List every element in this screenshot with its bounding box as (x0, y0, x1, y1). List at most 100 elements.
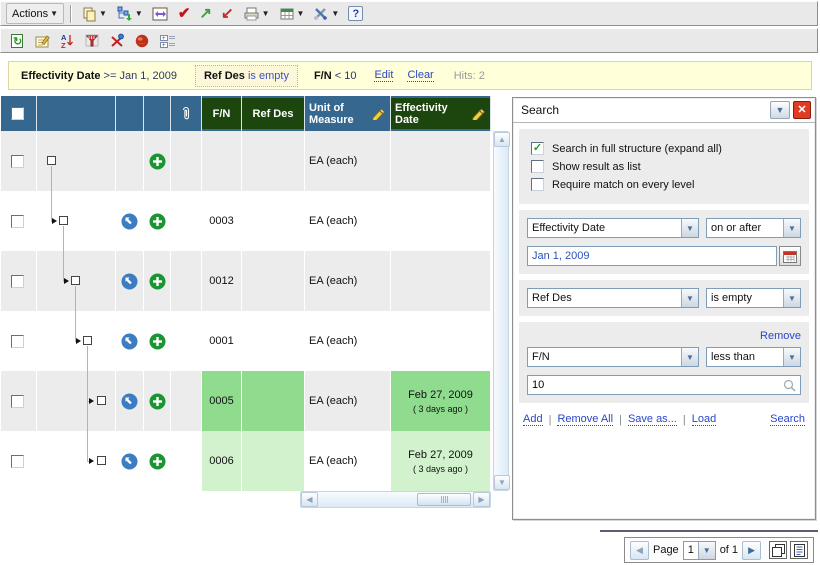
close-icon[interactable]: ✕ (793, 101, 811, 119)
demote-button[interactable]: ↙ (218, 3, 237, 24)
edit-notes-button[interactable] (31, 30, 54, 51)
filter-edit-link[interactable]: Edit (374, 69, 393, 82)
result-as-list-checkbox[interactable] (531, 160, 544, 173)
tree-node-toggle[interactable] (59, 216, 68, 225)
validate-button[interactable]: ✔ (175, 3, 194, 24)
add-occurrence-icon[interactable] (149, 153, 166, 170)
table-view-button[interactable]: ▼ (276, 3, 308, 24)
tree-node-toggle[interactable] (47, 156, 56, 165)
actions-menu-button[interactable]: Actions ▼ (6, 3, 64, 24)
demote-arrow-icon: ↙ (221, 7, 234, 20)
table-row[interactable]: 0006 EA (each) Feb 27, 2009( 3 days ago … (1, 431, 491, 491)
add-criterion-link[interactable]: Add (523, 413, 543, 426)
scrollbar-thumb[interactable] (417, 493, 471, 506)
add-occurrence-icon[interactable] (149, 333, 166, 350)
navigate-up-icon[interactable] (121, 333, 138, 350)
criterion-value-input[interactable] (527, 375, 801, 395)
fn-column-header[interactable]: F/N (202, 96, 242, 131)
row-checkbox[interactable] (11, 275, 24, 288)
table-row[interactable]: 0012 EA (each) (1, 251, 491, 311)
expand-arrow-icon[interactable] (52, 218, 57, 224)
tree-node-toggle[interactable] (97, 396, 106, 405)
row-checkbox[interactable] (11, 215, 24, 228)
horizontal-scrollbar[interactable]: ◀ ▶ (300, 491, 491, 508)
row-checkbox[interactable] (11, 155, 24, 168)
expand-all-button[interactable]: ++ (156, 30, 180, 51)
criterion-operator-select[interactable]: on or after ▼ (706, 218, 801, 238)
search-panel-title: Search (521, 103, 770, 117)
single-page-view-icon (793, 544, 806, 557)
expand-arrow-icon[interactable] (64, 278, 69, 284)
uom-column-header[interactable]: Unit of Measure (305, 96, 391, 131)
tree-node-toggle[interactable] (97, 456, 106, 465)
save-as-link[interactable]: Save as... (628, 413, 677, 426)
navigate-up-icon[interactable] (121, 453, 138, 470)
expand-arrow-icon[interactable] (76, 338, 81, 344)
table-row[interactable]: 0001 EA (each) (1, 311, 491, 371)
navigate-up-icon[interactable] (121, 213, 138, 230)
copy-button[interactable]: ▼ (78, 3, 110, 24)
match-every-level-checkbox[interactable] (531, 178, 544, 191)
tree-connector (63, 251, 64, 281)
table-row[interactable]: EA (each) (1, 131, 491, 191)
print-button[interactable]: ▼ (240, 3, 273, 24)
next-page-icon[interactable]: ▶ (742, 541, 761, 560)
tree-node-toggle[interactable] (71, 276, 80, 285)
tree-node-toggle[interactable] (83, 336, 92, 345)
swap-views-button[interactable] (149, 3, 172, 24)
calendar-picker-button[interactable] (779, 246, 801, 266)
tools-button[interactable]: ▼ (310, 3, 342, 24)
single-page-view-button[interactable] (790, 541, 808, 559)
refresh-button[interactable]: ↻ (6, 30, 28, 51)
full-structure-checkbox[interactable] (531, 142, 544, 155)
criterion-operator-select[interactable]: less than ▼ (706, 347, 801, 367)
sort-button[interactable]: AZ (57, 30, 78, 51)
add-occurrence-icon[interactable] (149, 213, 166, 230)
criterion-operator-select[interactable]: is empty ▼ (706, 288, 801, 308)
criterion-field-select[interactable]: Ref Des ▼ (527, 288, 699, 308)
expand-arrow-icon[interactable] (89, 398, 94, 404)
date-value-input[interactable] (527, 246, 777, 266)
multi-page-view-button[interactable] (769, 541, 787, 559)
page-select[interactable]: 1 ▼ (683, 541, 716, 560)
refdes-cell (242, 131, 305, 191)
add-occurrence-icon[interactable] (149, 393, 166, 410)
table-row[interactable]: 0003 EA (each) (1, 191, 491, 251)
run-search-link[interactable]: Search (770, 413, 805, 426)
scroll-right-icon[interactable]: ▶ (473, 492, 490, 507)
promote-button[interactable]: ↗ (196, 3, 215, 24)
scroll-left-icon[interactable]: ◀ (301, 492, 318, 507)
row-checkbox[interactable] (11, 335, 24, 348)
vertical-scrollbar[interactable]: ▲ ▼ (493, 131, 509, 491)
row-checkbox[interactable] (11, 395, 24, 408)
panel-selector-dropdown[interactable]: ▼ (770, 101, 790, 119)
refdes-column-header[interactable]: Ref Des (242, 96, 305, 131)
unpin-button[interactable] (106, 30, 128, 51)
select-all-checkbox[interactable] (11, 107, 24, 120)
remove-all-link[interactable]: Remove All (557, 413, 613, 426)
structure-compare-button[interactable]: ▼ (113, 3, 146, 24)
criterion-field-select[interactable]: Effectivity Date ▼ (527, 218, 699, 238)
filter-button[interactable] (81, 30, 103, 51)
search-panel: Search ▼ ✕ Search in full structure (exp… (512, 97, 816, 520)
expand-arrow-icon[interactable] (89, 458, 94, 464)
navigate-up-icon[interactable] (121, 273, 138, 290)
add-occurrence-icon[interactable] (149, 453, 166, 470)
remove-criterion-link[interactable]: Remove (760, 330, 801, 342)
structure-table: F/N Ref Des Unit of Measure Effectivity … (1, 96, 509, 508)
navigate-up-icon[interactable] (121, 393, 138, 410)
promote-arrow-icon: ↗ (199, 7, 212, 20)
effectivity-column-header[interactable]: Effectivity Date (391, 96, 491, 131)
help-button[interactable]: ? (345, 3, 366, 24)
table-row[interactable]: 0005 EA (each) Feb 27, 2009( 3 days ago … (1, 371, 491, 431)
viewer-button[interactable] (131, 30, 153, 51)
add-occurrence-icon[interactable] (149, 273, 166, 290)
filter-clear-link[interactable]: Clear (407, 69, 433, 82)
criterion-field-select[interactable]: F/N ▼ (527, 347, 699, 367)
scroll-up-icon[interactable]: ▲ (494, 132, 510, 147)
row-checkbox[interactable] (11, 455, 24, 468)
filter-criterion: Effectivity Date >= Jan 1, 2009 (21, 70, 177, 82)
load-link[interactable]: Load (692, 413, 716, 426)
prev-page-icon[interactable]: ◀ (630, 541, 649, 560)
scroll-down-icon[interactable]: ▼ (494, 475, 510, 490)
